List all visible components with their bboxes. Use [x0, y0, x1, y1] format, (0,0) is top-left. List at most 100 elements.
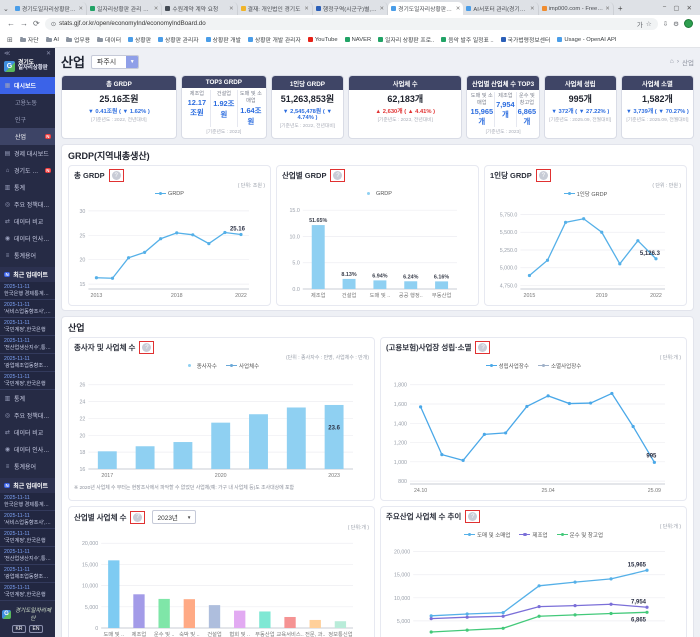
ei-chart[interactable]: 8001,0001,2001,4001,6001,80024.1025.0425… [386, 370, 681, 497]
tab-close-icon[interactable]: ✕ [456, 6, 461, 12]
update-item[interactable]: 2025-11-11 '국민계정',한국은행 [0, 318, 55, 336]
bookmark-star-icon[interactable]: ☆ [646, 20, 652, 28]
translate-icon[interactable]: 가 [637, 19, 643, 29]
legend-item[interactable]: 제조업 [519, 531, 547, 539]
browser-tab[interactable]: AI서포터 관리(경기도일) ✕ [463, 2, 538, 15]
lang-en-button[interactable]: EN [29, 625, 43, 633]
update-item[interactable]: 2025-11-11 '서비스업동향조사',통계청 [0, 300, 55, 318]
update-item[interactable]: 2025-11-11 한국은행 경제통계시스템(EC.. [0, 493, 55, 511]
update-item[interactable]: 2025-11-11 '광업제조업동향조사',통계청 [0, 565, 55, 583]
sidebar-item[interactable]: ◉ 데이터 인사이트 [0, 441, 55, 458]
bookmark-item[interactable]: 자단 [20, 35, 39, 44]
browser-tab[interactable]: 경기도일자리상황판(경기 ✕ [388, 2, 463, 15]
update-item[interactable]: 2025-11-11 '광업제조업동향조사',통계청 [0, 354, 55, 372]
sidebar-item[interactable]: ⇄ 데이터 비교 [0, 213, 55, 230]
tab-close-icon[interactable]: ✕ [380, 6, 385, 12]
workers-chart[interactable]: 16182022242620172020202323.6 [74, 370, 369, 482]
apps-icon[interactable]: ⊞ [7, 36, 13, 44]
legend-item[interactable]: 운수 및 창고업 [557, 531, 603, 539]
help-icon[interactable]: ? [468, 512, 477, 521]
forward-icon[interactable]: → [20, 19, 28, 28]
sidebar-item[interactable]: 산업 N [0, 128, 55, 145]
sidebar-item[interactable]: ◎ 주요 정책대상 규모 [0, 196, 55, 213]
sidebar-item[interactable]: 인구 [0, 111, 55, 128]
extensions-icon[interactable]: ⚙ [673, 20, 679, 28]
sidebar-close-icon[interactable]: ✕ [46, 50, 51, 57]
year-select[interactable]: 2023년 ▼ [152, 510, 196, 524]
tab-close-icon[interactable]: ✕ [154, 6, 159, 12]
bookmark-item[interactable]: 업무용 [66, 35, 90, 44]
help-icon[interactable]: ? [112, 171, 121, 180]
update-item[interactable]: 2025-11-11 '국민계정',한국은행 [0, 529, 55, 547]
update-item[interactable]: 2025-11-11 '전산업생산지수',통계청 [0, 547, 55, 565]
legend-item[interactable]: 종사자수 [184, 362, 217, 370]
region-select[interactable]: 파주시 ▼ [91, 55, 139, 69]
sidebar-item[interactable]: 고용노동 [0, 94, 55, 111]
maximize-icon[interactable]: ▢ [673, 4, 679, 12]
sidebar-item[interactable]: ◎ 주요 정책대상 규모 [0, 407, 55, 424]
legend-item[interactable]: 성립사업장수 [486, 362, 529, 370]
browser-tab[interactable]: imp000.com - Free imac ✕ [539, 2, 614, 15]
update-item[interactable]: 2025-11-11 '국민계정',한국은행 [0, 583, 55, 601]
bookmark-item[interactable]: 음악 발주 일정표 .. [441, 35, 493, 44]
address-bar[interactable]: ⊙ stats.gjf.or.kr/open/economyInd/econom… [45, 18, 658, 30]
app-logo[interactable]: G 경기도 일자리상황판 [0, 59, 55, 77]
tab-search-icon[interactable]: ⌄ [3, 5, 9, 13]
legend-item[interactable]: GRDP [155, 191, 184, 197]
legend-item[interactable]: 소멸사업장수 [538, 362, 581, 370]
profile-avatar[interactable] [684, 19, 693, 28]
bookmark-item[interactable]: 일자리 상황판 프로.. [378, 35, 434, 44]
sidebar-item[interactable]: ▦ 대시보드 [0, 77, 55, 94]
tab-close-icon[interactable]: ✕ [229, 6, 234, 12]
bookmark-item[interactable]: 상황판 개발 관리자 [248, 35, 301, 44]
bookmark-item[interactable]: 데이터 [97, 35, 121, 44]
help-icon[interactable]: ? [478, 343, 487, 352]
grdp-by-industry-chart[interactable]: 0.05.010.015.0제조업건설업도매 및 ..공공 행정..부동산업51… [282, 198, 473, 302]
browser-tab[interactable]: 결재: 개인법인 경기도 ✕ [238, 2, 313, 15]
update-item[interactable]: 2025-11-11 '전산업생산지수',통계청 [0, 336, 55, 354]
bookmark-item[interactable]: 상황판 개발 [206, 35, 241, 44]
bookmark-item[interactable]: YouTube [308, 37, 338, 43]
update-item[interactable]: 2025-11-11 한국은행 경제통계시스템(EC.. [0, 282, 55, 300]
browser-tab[interactable]: 수원계약 계약 요청 ✕ [162, 2, 237, 15]
bookmark-item[interactable]: 국가법령정보센터 [501, 35, 551, 44]
help-icon[interactable]: ? [133, 513, 142, 522]
legend-item[interactable]: 사업체수 [226, 362, 259, 370]
grdp-per-capita-chart[interactable]: 4,750.05,000.05,250.05,500.05,750.020152… [490, 198, 681, 302]
total-grdp-chart[interactable]: 1520253020132018202225.16 [74, 198, 265, 302]
tab-close-icon[interactable]: ✕ [530, 6, 535, 12]
sidebar-item[interactable]: ≡ 통계용어 [0, 247, 55, 264]
tune-icon[interactable]: ⊙ [51, 20, 56, 28]
download-icon[interactable]: ⇩ [663, 20, 668, 28]
sidebar-item[interactable]: ▥ 통계 [0, 179, 55, 196]
close-window-icon[interactable]: ✕ [687, 4, 692, 12]
minimize-icon[interactable]: − [663, 4, 667, 12]
major-trend-chart[interactable]: 05,00010,00015,00020,00020172020202315,9… [386, 539, 681, 637]
sidebar-item[interactable]: ⇄ 데이터 비교 [0, 424, 55, 441]
bookmark-item[interactable]: 상황판 [128, 35, 151, 44]
home-icon[interactable]: ⌂ [670, 58, 674, 65]
browser-tab[interactable]: 일자리상황판 관리 협업 ✕ [87, 2, 162, 15]
tab-close-icon[interactable]: ✕ [605, 6, 610, 12]
legend-item[interactable]: GRDP [363, 191, 392, 197]
sidebar-item[interactable]: ≡ 통계용어 [0, 458, 55, 475]
bookmark-item[interactable]: 상황판 관리자 [158, 35, 199, 44]
browser-tab[interactable]: 행정구역(시군구)별, 성립 ✕ [313, 2, 388, 15]
sidebar-collapse-icon[interactable]: ≪ [4, 50, 10, 57]
bookmark-item[interactable]: Usage - OpenAI API [557, 37, 616, 43]
legend-item[interactable]: 1인당 GRDP [564, 190, 608, 198]
update-item[interactable]: 2025-11-11 '국민계정',한국은행 [0, 372, 55, 390]
tab-close-icon[interactable]: ✕ [304, 6, 309, 12]
sidebar-item[interactable]: ▥ 통계 [0, 390, 55, 407]
by-industry-chart[interactable]: 05,00010,00015,00020,000도매 및 ..제조업운수 및 .… [74, 531, 369, 637]
back-icon[interactable]: ← [7, 19, 15, 28]
update-item[interactable]: 2025-11-11 '서비스업동향조사',통계청 [0, 511, 55, 529]
help-icon[interactable]: ? [142, 343, 151, 352]
help-icon[interactable]: ? [539, 171, 548, 180]
bookmark-item[interactable]: NAVER [345, 37, 372, 43]
lang-kr-button[interactable]: KR [12, 625, 26, 633]
legend-item[interactable]: 도매 및 소매업 [464, 531, 510, 539]
sidebar-item[interactable]: ▤ 경제 대시보드 [0, 145, 55, 162]
reload-icon[interactable]: ⟳ [33, 19, 40, 28]
bookmark-item[interactable]: AI [46, 37, 59, 43]
